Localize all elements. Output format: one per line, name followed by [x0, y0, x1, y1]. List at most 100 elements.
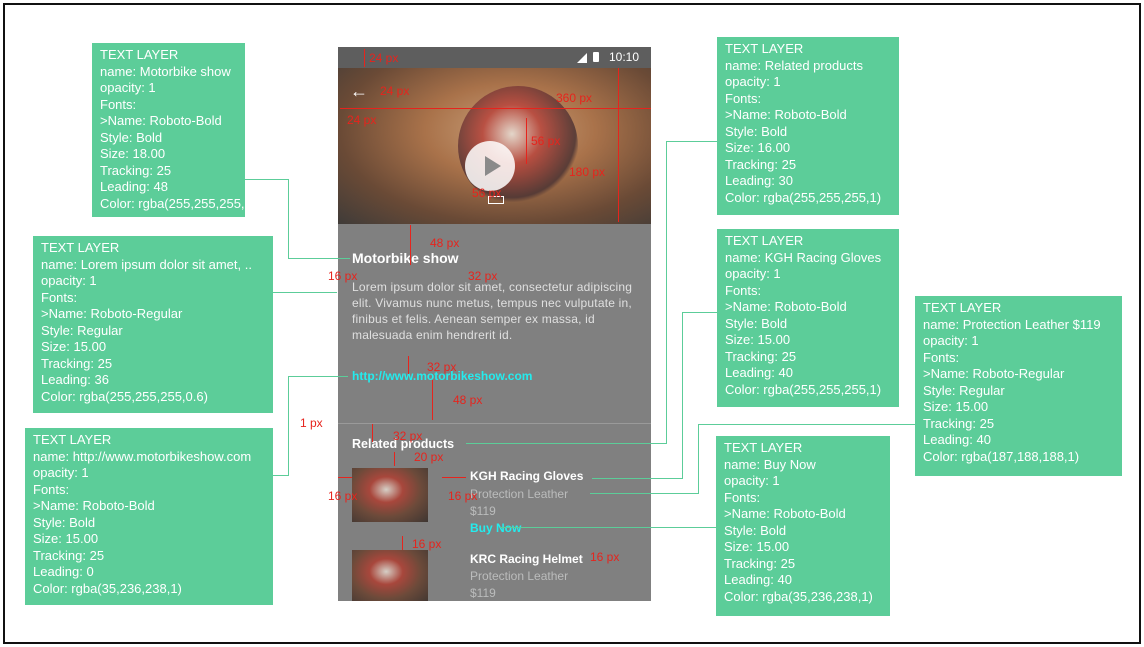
- buy-now-button[interactable]: Buy Now: [470, 521, 521, 535]
- spec-line: TEXT LAYER: [33, 432, 112, 447]
- spec-line: name: Lorem ipsum dolor sit amet, ..: [41, 256, 252, 272]
- spec-line: Size: 15.00: [923, 399, 989, 414]
- status-time: 10:10: [608, 50, 639, 64]
- spec-line: name: Protection Leather $119: [923, 316, 1101, 332]
- measure-label: 24 px: [380, 84, 410, 98]
- connector-line: [245, 179, 289, 180]
- product-price: $119: [470, 586, 496, 600]
- spec-line: Leading: 48: [100, 179, 168, 194]
- spec-line: >Name: Roboto-Bold: [724, 506, 846, 521]
- connector-line: [288, 376, 348, 377]
- measure-line: [394, 452, 395, 466]
- connector-line: [466, 443, 666, 444]
- measure-line: [338, 477, 352, 478]
- measure-line: [408, 356, 409, 374]
- spec-line: Tracking: 25: [100, 162, 172, 178]
- measure-label: 16 px: [412, 537, 442, 551]
- spec-line: Tracking: 25: [724, 555, 796, 571]
- spec-line: Style: Regular: [923, 382, 1005, 398]
- spec-line: name: Buy Now: [724, 456, 816, 472]
- connector-line: [682, 312, 683, 479]
- spec-box-gloves: TEXT LAYER name: KGH Racing Gloves opacity…: [717, 229, 899, 407]
- battery-icon: [593, 52, 599, 62]
- spec-line: Color: rgba(255,255,255,1): [725, 381, 882, 397]
- product-description: Protection Leather: [470, 487, 569, 501]
- spec-line: Fonts:: [41, 289, 78, 305]
- product-thumbnail[interactable]: [352, 550, 428, 601]
- spec-box-lorem: TEXT LAYER name: Lorem ipsum dolor sit am…: [33, 236, 273, 413]
- spec-box-buy-now: TEXT LAYER name: Buy Now opacity: 1 Fonts: >…: [716, 436, 890, 616]
- spec-line: Tracking: 25: [41, 355, 113, 371]
- measure-label: 56 px: [531, 134, 561, 148]
- connector-line: [273, 475, 288, 476]
- measure-label: 32 px: [468, 269, 498, 283]
- spec-line: Tracking: 25: [725, 156, 797, 172]
- spec-line: name: Related products: [725, 57, 864, 73]
- product-name[interactable]: KRC Racing Helmet: [470, 552, 583, 566]
- connector-line: [698, 424, 699, 494]
- measure-label: 16 px: [448, 489, 478, 503]
- connector-line: [592, 478, 682, 479]
- back-arrow-icon[interactable]: ←: [350, 82, 368, 100]
- spec-line: opacity: 1: [923, 333, 979, 348]
- spec-line: opacity: 1: [100, 80, 156, 95]
- spec-line: Fonts:: [33, 481, 70, 497]
- measure-label: 180 px: [569, 165, 606, 179]
- spec-line: Color: rgba(255,255,255,1): [100, 195, 257, 211]
- product-description: Protection Leather: [470, 569, 569, 583]
- spec-line: Tracking: 25: [923, 415, 995, 431]
- spec-line: Fonts:: [725, 282, 762, 298]
- spec-line: Fonts:: [100, 96, 137, 112]
- spec-line: TEXT LAYER: [725, 233, 804, 248]
- product-name[interactable]: KGH Racing Gloves: [470, 469, 583, 483]
- spec-line: >Name: Roboto-Bold: [725, 107, 847, 122]
- spec-line: Color: rgba(187,188,188,1): [923, 448, 1080, 464]
- spec-line: Tracking: 25: [725, 348, 797, 364]
- measure-label: 20 px: [414, 450, 444, 464]
- play-button-icon[interactable]: [465, 141, 515, 191]
- measure-label: 16 px: [590, 550, 620, 564]
- measure-line: [410, 225, 411, 265]
- spec-line: TEXT LAYER: [923, 300, 1002, 315]
- spec-line: Leading: 36: [41, 372, 109, 387]
- spec-line: Fonts:: [725, 90, 762, 106]
- spec-line: TEXT LAYER: [724, 440, 803, 455]
- spec-line: Color: rgba(255,255,255,0.6): [41, 388, 208, 404]
- spec-line: Size: 15.00: [41, 339, 107, 354]
- spec-line: Style: Bold: [724, 522, 787, 538]
- signal-icon: [577, 53, 587, 63]
- connector-line: [682, 312, 717, 313]
- spec-line: opacity: 1: [33, 465, 89, 480]
- spec-line: Color: rgba(35,236,238,1): [724, 588, 873, 604]
- divider: [338, 423, 651, 424]
- measure-line: [364, 49, 365, 67]
- measure-label: 24 px: [347, 113, 377, 127]
- connector-line: [500, 527, 716, 528]
- spec-line: Style: Bold: [100, 129, 163, 145]
- measure-line: [526, 118, 527, 164]
- measure-label: 48 px: [453, 393, 483, 407]
- measure-label: 32 px: [393, 429, 423, 443]
- measure-label: 56 px: [472, 186, 502, 200]
- connector-line: [666, 141, 717, 142]
- spec-line: Size: 15.00: [724, 539, 790, 554]
- product-thumbnail[interactable]: [352, 468, 428, 522]
- spec-line: Size: 15.00: [725, 332, 791, 347]
- spec-line: >Name: Roboto-Regular: [923, 366, 1065, 381]
- spec-box-related: TEXT LAYER name: Related products opacity:…: [717, 37, 899, 215]
- spec-line: TEXT LAYER: [100, 47, 179, 62]
- measure-line: [618, 68, 619, 222]
- spec-line: Fonts:: [724, 489, 761, 505]
- page-title: Motorbike show: [352, 250, 459, 266]
- spec-line: Style: Bold: [33, 514, 96, 530]
- connector-line: [288, 179, 289, 259]
- spec-line: opacity: 1: [41, 273, 97, 288]
- measure-line: [432, 380, 433, 420]
- spec-line: Leading: 0: [33, 564, 94, 579]
- measure-label: 24 px: [369, 51, 399, 65]
- spec-line: opacity: 1: [724, 473, 780, 488]
- measure-line: [402, 536, 403, 550]
- spec-line: Style: Bold: [725, 315, 788, 331]
- spec-line: Size: 15.00: [33, 531, 99, 546]
- spec-line: Size: 18.00: [100, 146, 166, 161]
